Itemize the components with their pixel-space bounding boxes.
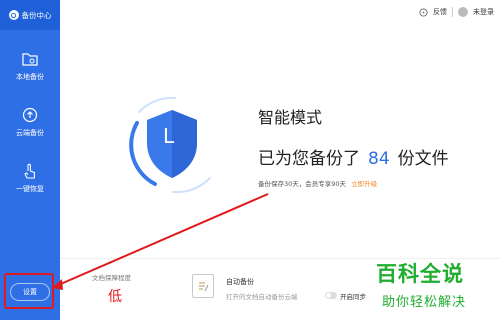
upgrade-link[interactable]: 立即升级 (351, 180, 377, 188)
retention-text: 备份保存30天，会员专享90天 (258, 180, 347, 188)
page-title: 智能模式 (258, 108, 323, 127)
backup-count: 84 (368, 149, 390, 169)
sidebar-item-one-click-restore[interactable]: 一键恢复 (0, 152, 60, 204)
auto-backup-title: 自动备份 (226, 278, 254, 286)
sidebar-item-label: 本地备份 (16, 73, 44, 81)
retention-note: 备份保存30天，会员专享90天 立即升级 (258, 178, 377, 188)
sync-label: 开启同步 (340, 293, 366, 301)
protect-level: 低 (108, 289, 122, 305)
backup-prefix: 已为您备份了 (258, 149, 360, 169)
backup-suffix: 份文件 (397, 149, 449, 169)
topbar-actions: 反馈 未登录 (418, 7, 494, 17)
sidebar-item-label: 一键恢复 (16, 185, 44, 193)
login-link[interactable]: 未登录 (473, 7, 494, 17)
sidebar-item-cloud-backup[interactable]: 云端备份 (0, 96, 60, 148)
annotation-highlight-box (4, 273, 54, 309)
topbar-divider (452, 7, 453, 17)
document-edit-icon (192, 274, 214, 298)
feedback-link[interactable]: 反馈 (433, 7, 447, 17)
protect-label: 文档保障程度 (92, 274, 131, 282)
brand-header[interactable]: 备份中心 (0, 0, 60, 30)
sync-toggle[interactable] (325, 292, 337, 299)
shield-letter: L (163, 124, 175, 148)
feedback-icon (418, 7, 428, 17)
backup-center-icon (8, 10, 19, 20)
avatar[interactable] (458, 7, 468, 17)
touch-hand-icon (21, 162, 39, 180)
brand-label: 备份中心 (21, 10, 52, 20)
auto-backup-desc: 打开的文档自动备份云端 (226, 293, 298, 301)
backup-summary: 已为您备份了 84 份文件 (258, 144, 449, 169)
watermark-title: 百科全说 (376, 262, 464, 286)
sidebar-item-label: 云端备份 (16, 129, 44, 137)
folder-icon (21, 50, 39, 68)
sidebar: 备份中心 本地备份 云端备份 一键恢复 设置 (0, 0, 60, 320)
watermark-subtitle: 助你轻松解决 (382, 295, 467, 310)
sidebar-item-local-backup[interactable]: 本地备份 (0, 40, 60, 92)
cloud-upload-icon (21, 106, 39, 124)
